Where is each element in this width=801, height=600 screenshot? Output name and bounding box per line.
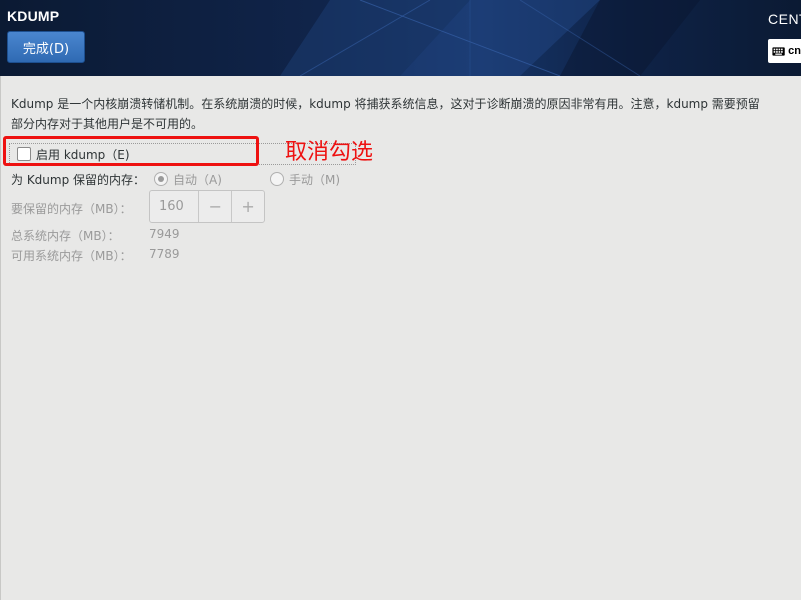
manual-radio[interactable] — [270, 172, 284, 186]
total-memory-label: 总系统内存（MB）： — [11, 229, 120, 243]
page-title: KDUMP — [7, 8, 60, 24]
reserve-amount-spinner[interactable]: 160 − + — [149, 190, 265, 223]
left-border — [0, 76, 1, 600]
auto-radio-label[interactable]: 自动（A) — [173, 171, 222, 188]
decrement-button[interactable]: − — [198, 191, 231, 222]
description-line-1: Kdump 是一个内核崩溃转储机制。在系统崩溃的时候，kdump 将捕获系统信息… — [11, 97, 760, 111]
reserve-amount-input[interactable]: 160 — [150, 191, 198, 222]
kdump-description: Kdump 是一个内核崩溃转储机制。在系统崩溃的时候，kdump 将捕获系统信息… — [11, 94, 801, 134]
description-line-2: 部分内存对于其他用户是不可用的。 — [11, 117, 204, 131]
done-button[interactable]: 完成(D) — [7, 31, 85, 63]
keyboard-layout-label: cn — [788, 45, 801, 57]
manual-radio-label[interactable]: 手动（M) — [289, 171, 340, 188]
auto-radio[interactable] — [154, 172, 168, 186]
usable-memory-value: 7789 — [149, 247, 180, 261]
usable-memory-label: 可用系统内存（MB）： — [11, 249, 132, 263]
reserve-memory-label: 为 Kdump 保留的内存： — [11, 173, 146, 187]
header-background-graphic — [280, 0, 700, 76]
increment-button[interactable]: + — [231, 191, 264, 222]
brand-name: CENT — [768, 11, 801, 27]
reserve-amount-label: 要保留的内存（MB）： — [11, 202, 132, 216]
keyboard-layout-indicator[interactable]: cn — [768, 39, 801, 63]
total-memory-value: 7949 — [149, 227, 180, 241]
annotation-highlight-box — [3, 136, 259, 166]
keyboard-icon — [772, 46, 785, 56]
annotation-text: 取消勾选 — [285, 140, 374, 165]
top-header-bar: KDUMP 完成(D) CENT cn — [0, 0, 801, 76]
